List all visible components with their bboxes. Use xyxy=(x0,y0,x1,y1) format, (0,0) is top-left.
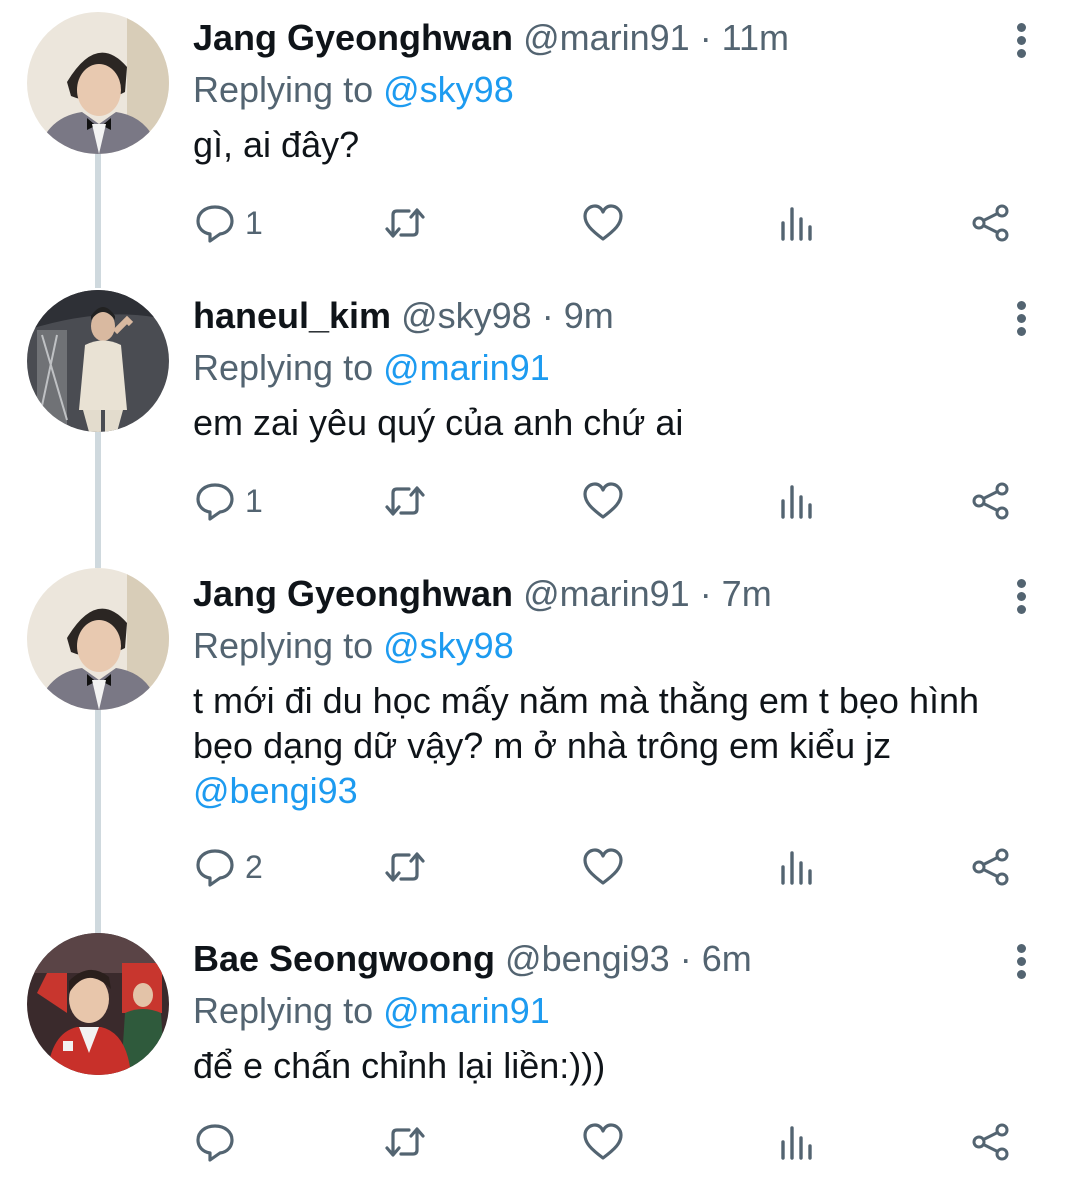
share-icon xyxy=(972,204,1009,242)
reply-button[interactable]: 2 xyxy=(193,842,263,892)
display-name[interactable]: Bae Seongwoong xyxy=(193,938,495,979)
reply-icon xyxy=(196,849,234,887)
more-icon[interactable] xyxy=(1006,576,1036,618)
share-button[interactable] xyxy=(969,1117,1013,1167)
share-button[interactable] xyxy=(969,476,1013,526)
retweet-icon xyxy=(385,486,425,516)
tweet[interactable]: haneul_kim @sky98 · 9m Replying to @mari… xyxy=(0,288,1080,558)
retweet-button[interactable] xyxy=(383,842,427,892)
reply-button[interactable] xyxy=(193,1117,245,1167)
replying-to-mention[interactable]: @marin91 xyxy=(383,347,550,388)
like-button[interactable] xyxy=(581,476,625,526)
analytics-button[interactable] xyxy=(775,1117,819,1167)
tweet-text: gì, ai đây? xyxy=(193,124,360,165)
tweet-mention[interactable]: @bengi93 xyxy=(193,770,358,811)
timestamp[interactable]: · 9m xyxy=(542,295,614,336)
tweet-actions: 1 xyxy=(193,476,1033,526)
timestamp[interactable]: · 11m xyxy=(700,17,789,58)
more-icon[interactable] xyxy=(1006,20,1036,62)
replying-to-label: Replying to xyxy=(193,625,374,666)
display-name[interactable]: haneul_kim xyxy=(193,295,391,336)
retweet-icon xyxy=(385,208,425,238)
tweet-actions xyxy=(193,1117,1033,1167)
display-name[interactable]: Jang Gyeonghwan xyxy=(193,17,513,58)
share-button[interactable] xyxy=(969,198,1013,248)
like-button[interactable] xyxy=(581,842,625,892)
replying-to-mention[interactable]: @sky98 xyxy=(383,69,514,110)
replying-to-label: Replying to xyxy=(193,69,374,110)
reply-count: 1 xyxy=(245,482,263,519)
avatar[interactable] xyxy=(27,933,169,1075)
analytics-icon xyxy=(781,485,812,519)
analytics-button[interactable] xyxy=(775,842,819,892)
replying-to-line: Replying to @sky98 xyxy=(193,618,514,674)
avatar[interactable] xyxy=(27,12,169,154)
more-icon[interactable] xyxy=(1006,941,1036,983)
reply-icon xyxy=(196,483,234,521)
avatar[interactable] xyxy=(27,290,169,432)
share-icon xyxy=(972,482,1009,520)
timestamp[interactable]: · 7m xyxy=(700,573,772,614)
tweet-header: Jang Gyeonghwan @marin91 · 11m xyxy=(193,10,789,66)
tweet-actions: 2 xyxy=(193,842,1033,892)
like-button[interactable] xyxy=(581,1117,625,1167)
tweet-text: t mới đi du học mấy năm mà thằng em t bẹ… xyxy=(193,678,1043,813)
analytics-icon xyxy=(781,851,812,885)
tweet-actions: 1 xyxy=(193,198,1033,248)
retweet-button[interactable] xyxy=(383,1117,427,1167)
share-icon xyxy=(972,1123,1009,1161)
reply-button[interactable]: 1 xyxy=(193,476,263,526)
avatar[interactable] xyxy=(27,568,169,710)
tweet-text-body: t mới đi du học mấy năm mà thằng em t bẹ… xyxy=(193,680,980,766)
user-handle[interactable]: @marin91 xyxy=(523,573,690,614)
user-handle[interactable]: @sky98 xyxy=(401,295,532,336)
tweet-thread: Jang Gyeonghwan @marin91 · 11m Replying … xyxy=(0,0,1080,1179)
analytics-button[interactable] xyxy=(775,476,819,526)
reply-icon xyxy=(196,1124,234,1162)
share-icon xyxy=(972,848,1009,886)
tweet[interactable]: Jang Gyeonghwan @marin91 · 11m Replying … xyxy=(0,10,1080,280)
tweet[interactable]: Jang Gyeonghwan @marin91 · 7m Replying t… xyxy=(0,566,1080,921)
reply-count: 2 xyxy=(245,848,263,885)
replying-to-line: Replying to @sky98 xyxy=(193,62,514,118)
retweet-icon xyxy=(385,852,425,882)
user-handle[interactable]: @marin91 xyxy=(523,17,690,58)
timestamp[interactable]: · 6m xyxy=(680,938,752,979)
more-icon[interactable] xyxy=(1006,298,1036,340)
reply-icon xyxy=(196,205,234,243)
analytics-button[interactable] xyxy=(775,198,819,248)
like-button[interactable] xyxy=(581,198,625,248)
replying-to-label: Replying to xyxy=(193,990,374,1031)
reply-count: 1 xyxy=(245,204,263,241)
tweet-header: Jang Gyeonghwan @marin91 · 7m xyxy=(193,566,772,622)
replying-to-mention[interactable]: @marin91 xyxy=(383,990,550,1031)
tweet-header: Bae Seongwoong @bengi93 · 6m xyxy=(193,931,752,987)
retweet-icon xyxy=(385,1127,425,1157)
heart-icon xyxy=(583,482,623,519)
tweet-header: haneul_kim @sky98 · 9m xyxy=(193,288,614,344)
replying-to-line: Replying to @marin91 xyxy=(193,983,550,1039)
share-button[interactable] xyxy=(969,842,1013,892)
heart-icon xyxy=(583,204,623,241)
heart-icon xyxy=(583,848,623,885)
display-name[interactable]: Jang Gyeonghwan xyxy=(193,573,513,614)
heart-icon xyxy=(583,1123,623,1160)
tweet[interactable]: Bae Seongwoong @bengi93 · 6m Replying to… xyxy=(0,931,1080,1179)
replying-to-label: Replying to xyxy=(193,347,374,388)
tweet-text: em zai yêu quý của anh chứ ai xyxy=(193,402,684,443)
retweet-button[interactable] xyxy=(383,476,427,526)
analytics-icon xyxy=(781,207,812,241)
reply-button[interactable]: 1 xyxy=(193,198,263,248)
tweet-text: để e chấn chỉnh lại liền:))) xyxy=(193,1045,606,1086)
analytics-icon xyxy=(781,1126,812,1160)
replying-to-line: Replying to @marin91 xyxy=(193,340,550,396)
replying-to-mention[interactable]: @sky98 xyxy=(383,625,514,666)
retweet-button[interactable] xyxy=(383,198,427,248)
user-handle[interactable]: @bengi93 xyxy=(505,938,670,979)
